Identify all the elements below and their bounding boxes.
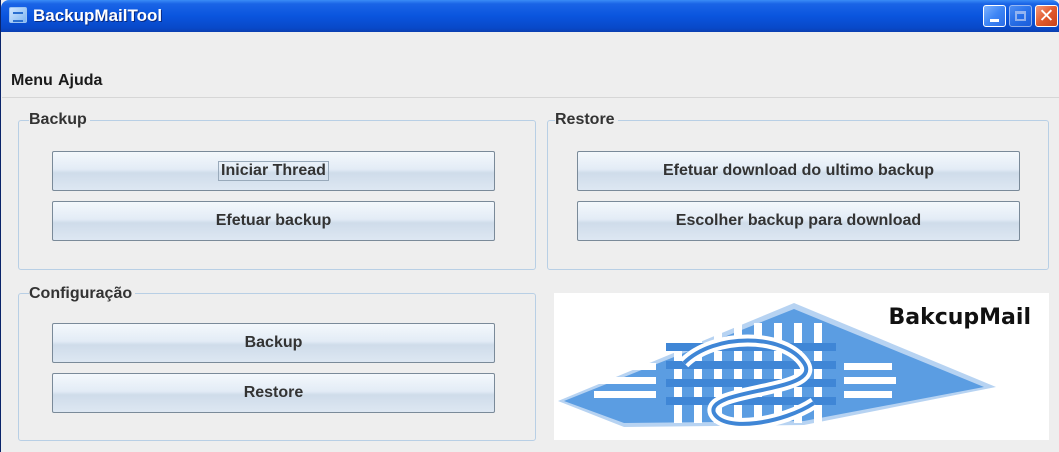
- choose-backup-label: Escolher backup para download: [675, 212, 922, 229]
- close-button[interactable]: ✕: [1035, 5, 1058, 27]
- maximize-button[interactable]: [1009, 5, 1032, 27]
- download-last-backup-button[interactable]: Efetuar download do ultimo backup: [577, 151, 1020, 191]
- menu-item-ajuda[interactable]: Ajuda: [58, 72, 102, 90]
- app-window: BackupMailTool ✕ Menu Ajuda Backup Inici…: [0, 0, 1059, 452]
- backup-group-title: Backup: [29, 111, 90, 129]
- start-thread-label: Iniciar Thread: [218, 161, 329, 181]
- restore-group-title: Restore: [555, 111, 618, 129]
- maximize-icon: [1015, 11, 1026, 21]
- choose-backup-button[interactable]: Escolher backup para download: [577, 201, 1020, 241]
- start-thread-button[interactable]: Iniciar Thread: [52, 151, 495, 191]
- config-restore-button[interactable]: Restore: [52, 373, 495, 413]
- close-icon: ✕: [1038, 5, 1055, 27]
- backup-group: [18, 120, 536, 270]
- config-restore-label: Restore: [243, 384, 304, 401]
- menu-divider: [2, 97, 1059, 98]
- minimize-button[interactable]: [983, 5, 1006, 27]
- do-backup-button[interactable]: Efetuar backup: [52, 201, 495, 241]
- config-backup-label: Backup: [244, 334, 303, 351]
- minimize-icon: [990, 19, 999, 22]
- restore-group: [547, 120, 1049, 270]
- app-icon: [9, 7, 27, 23]
- logo-text: BakcupMail: [888, 305, 1031, 330]
- config-group: [18, 293, 536, 441]
- title-bar[interactable]: BackupMailTool ✕: [1, 0, 1059, 32]
- config-group-title: Configuração: [29, 285, 136, 303]
- window-title: BackupMailTool: [33, 6, 163, 25]
- download-last-backup-label: Efetuar download do ultimo backup: [662, 162, 935, 179]
- menu-item-menu[interactable]: Menu: [11, 72, 53, 90]
- logo: BakcupMail: [554, 293, 1049, 440]
- do-backup-label: Efetuar backup: [215, 212, 332, 229]
- config-backup-button[interactable]: Backup: [52, 323, 495, 363]
